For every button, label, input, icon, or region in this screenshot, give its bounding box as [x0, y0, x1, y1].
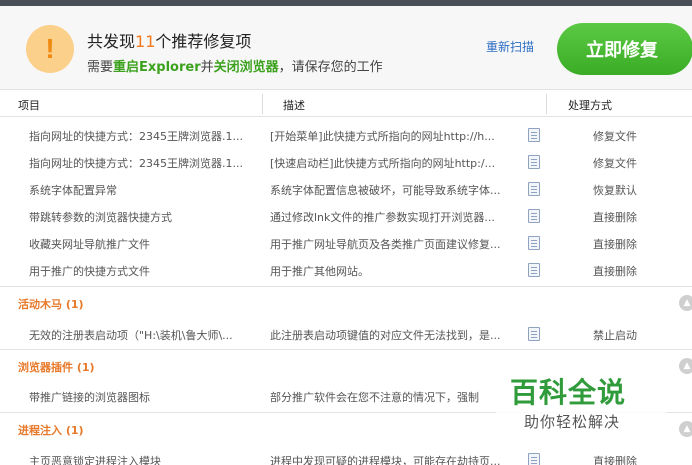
item-action[interactable]: 直接删除 [593, 263, 637, 279]
item-name: 系统字体配置异常 [29, 184, 117, 197]
document-icon[interactable] [528, 263, 540, 277]
document-icon[interactable] [528, 236, 540, 250]
item-action[interactable]: 恢复默认 [593, 182, 637, 198]
item-name: 主页恶意锁定进程注入模块 [29, 455, 161, 465]
item-desc: 进程中发现可疑的进程模块，可能存在劫持页... [270, 455, 501, 465]
item-desc: 此注册表启动项键值的对应文件无法找到，是... [270, 329, 501, 342]
item-name: 带跳转参数的浏览器快捷方式 [29, 211, 172, 224]
item-desc: [快速启动栏]此快捷方式所指向的网址http:/... [270, 157, 496, 170]
item-desc: 通过修改lnk文件的推广参数实现打开浏览器... [270, 211, 495, 224]
item-action[interactable]: 修复文件 [593, 155, 637, 171]
list-item[interactable]: 收藏夹网址导航推广文件 用于推广网址导航页及各类推广页面建议修复... 直接删除 [0, 229, 692, 256]
item-action[interactable]: 禁止启动 [593, 327, 637, 343]
list-item[interactable]: 用于推广的快捷方式文件 用于推广其他网站。 直接删除 [0, 256, 692, 283]
warning-icon: ! [26, 25, 74, 73]
list-item[interactable]: 指向网址的快捷方式：2345王牌浏览器.1... [快速启动栏]此快捷方式所指向… [0, 148, 692, 175]
document-icon[interactable] [528, 155, 540, 169]
collapse-icon[interactable]: ▲ [679, 358, 692, 374]
column-desc: 描述 [283, 99, 305, 112]
document-icon[interactable] [528, 128, 540, 142]
item-desc: 系统字体配置信息被破坏，可能导致系统字体... [270, 184, 501, 197]
section-title: 活动木马 (1) [18, 298, 84, 311]
item-action[interactable]: 直接删除 [593, 453, 637, 465]
repair-now-button[interactable]: 立即修复 [557, 23, 692, 75]
column-header: 项目 描述 处理方式 [0, 91, 692, 117]
watermark-subtitle: 助你轻松解决 [524, 413, 621, 431]
section-title: 浏览器插件 (1) [18, 361, 95, 374]
scan-result-header: ! 共发现11个推荐修复项 需要重启Explorer并关闭浏览器，请保存您的工作… [0, 6, 692, 90]
result-subtitle: 需要重启Explorer并关闭浏览器，请保存您的工作 [87, 60, 383, 75]
document-icon[interactable] [528, 453, 540, 465]
item-name: 带推广链接的浏览器图标 [29, 391, 150, 404]
item-action[interactable]: 直接删除 [593, 209, 637, 225]
column-action: 处理方式 [568, 99, 612, 112]
document-icon[interactable] [528, 182, 540, 196]
list-item[interactable]: 指向网址的快捷方式：2345王牌浏览器.1... [开始菜单]此快捷方式所指向的… [0, 121, 692, 148]
item-name: 收藏夹网址导航推广文件 [29, 238, 150, 251]
list-item[interactable]: 无效的注册表启动项（"H:\装机\鲁大师\... 此注册表启动项键值的对应文件无… [0, 320, 692, 347]
issue-count: 11 [135, 32, 156, 51]
list-item[interactable]: 主页恶意锁定进程注入模块 进程中发现可疑的进程模块，可能存在劫持页... 直接删… [0, 446, 692, 465]
item-name: 指向网址的快捷方式：2345王牌浏览器.1... [29, 157, 243, 170]
result-title: 共发现11个推荐修复项 [87, 32, 252, 51]
column-item: 项目 [18, 99, 40, 112]
collapse-icon[interactable]: ▲ [679, 421, 692, 437]
document-icon[interactable] [528, 209, 540, 223]
section-header-trojan[interactable]: 活动木马 (1) ▲ [0, 286, 692, 316]
column-divider [262, 94, 263, 114]
item-desc: [开始菜单]此快捷方式所指向的网址http://h... [270, 130, 495, 143]
item-action[interactable]: 直接删除 [593, 236, 637, 252]
list-item[interactable]: 系统字体配置异常 系统字体配置信息被破坏，可能导致系统字体... 恢复默认 [0, 175, 692, 202]
list-item[interactable]: 带跳转参数的浏览器快捷方式 通过修改lnk文件的推广参数实现打开浏览器... 直… [0, 202, 692, 229]
item-action[interactable]: 修复文件 [593, 128, 637, 144]
watermark-title: 百科全说 [510, 376, 627, 409]
item-name: 指向网址的快捷方式：2345王牌浏览器.1... [29, 130, 243, 143]
collapse-icon[interactable]: ▲ [679, 295, 692, 311]
rescan-link[interactable]: 重新扫描 [486, 38, 534, 55]
column-divider [546, 94, 547, 114]
item-name: 无效的注册表启动项（"H:\装机\鲁大师\... [29, 329, 233, 342]
item-name: 用于推广的快捷方式文件 [29, 265, 150, 278]
document-icon[interactable] [528, 327, 540, 341]
item-desc: 用于推广网址导航页及各类推广页面建议修复... [270, 238, 501, 251]
item-desc: 部分推广软件会在您不注意的情况下，强制 [270, 391, 479, 404]
watermark: 百科全说 助你轻松解决 [496, 365, 666, 435]
item-desc: 用于推广其他网站。 [270, 265, 369, 278]
section-title: 进程注入 (1) [18, 424, 84, 437]
